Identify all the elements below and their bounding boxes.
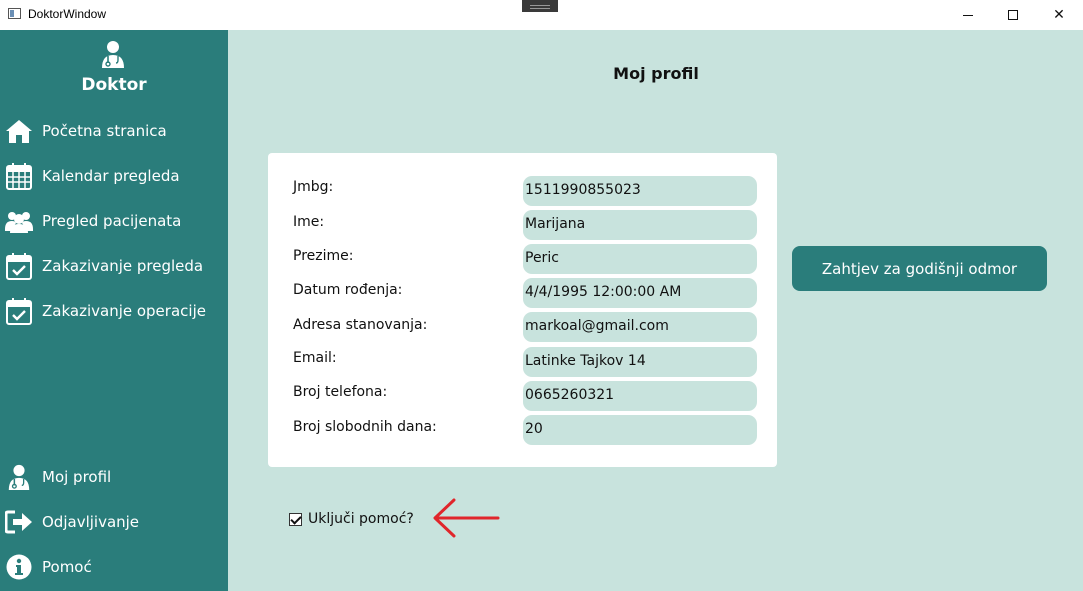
main-content: Moj profil Jmbg: 1511990855023 Ime: Mari… xyxy=(228,30,1083,591)
field-label-telefon: Broj telefona: xyxy=(293,384,388,400)
close-button[interactable]: ✕ xyxy=(1036,0,1082,30)
app-window-icon xyxy=(8,8,21,19)
field-label-slobodni-dani: Broj slobodnih dana: xyxy=(293,419,437,435)
vacation-request-button[interactable]: Zahtjev za godišnji odmor xyxy=(792,246,1047,291)
sidebar-item-label: Početna stranica xyxy=(42,122,167,140)
sidebar-item-home[interactable]: Početna stranica xyxy=(0,113,228,149)
minimize-icon xyxy=(963,14,973,16)
sidebar-item-label: Odjavljivanje xyxy=(42,513,140,531)
sidebar: Doktor Početna stranica Kalendar pregled… xyxy=(0,30,228,591)
close-icon: ✕ xyxy=(1053,7,1065,23)
field-label-datum-rodjenja: Datum rođenja: xyxy=(293,282,403,298)
sidebar-item-label: Pregled pacijenata xyxy=(42,212,182,230)
profile-card: Jmbg: 1511990855023 Ime: Marijana Prezim… xyxy=(268,153,777,467)
page-title: Moj profil xyxy=(613,64,699,83)
field-value-slobodni-dani[interactable]: 20 xyxy=(523,415,757,445)
window-title: DoktorWindow xyxy=(28,7,107,21)
sidebar-item-label: Moj profil xyxy=(42,468,112,486)
calendar-check-icon xyxy=(5,252,33,280)
sidebar-item-schedule-operation[interactable]: Zakazivanje operacije xyxy=(0,293,228,329)
title-bar: DoktorWindow ✕ xyxy=(0,0,1083,30)
help-toggle[interactable]: Uključi pomoć? xyxy=(289,509,414,529)
minimize-button[interactable] xyxy=(945,0,991,30)
field-label-adresa: Adresa stanovanja: xyxy=(293,317,428,333)
field-label-ime: Ime: xyxy=(293,214,325,230)
patients-icon xyxy=(5,207,33,235)
field-value-ime[interactable]: Marijana xyxy=(523,210,757,240)
sidebar-item-label: Kalendar pregleda xyxy=(42,167,180,185)
sidebar-item-label: Zakazivanje pregleda xyxy=(42,257,204,275)
sidebar-role-title: Doktor xyxy=(81,75,147,95)
drag-handle[interactable] xyxy=(522,0,558,12)
field-value-prezime[interactable]: Peric xyxy=(523,244,757,274)
sidebar-item-patients[interactable]: Pregled pacijenata xyxy=(0,203,228,239)
home-icon xyxy=(5,117,33,145)
maximize-button[interactable] xyxy=(990,0,1036,30)
field-value-adresa[interactable]: markoal@gmail.com xyxy=(523,312,757,342)
sign-out-icon xyxy=(5,508,33,536)
help-checkbox[interactable] xyxy=(289,512,302,526)
sidebar-item-help[interactable]: Pomoć xyxy=(0,549,228,585)
sidebar-item-schedule-exam[interactable]: Zakazivanje pregleda xyxy=(0,248,228,284)
info-icon xyxy=(5,553,33,581)
field-value-email[interactable]: Latinke Tajkov 14 xyxy=(523,347,757,377)
field-value-jmbg[interactable]: 1511990855023 xyxy=(523,176,757,206)
sidebar-item-logout[interactable]: Odjavljivanje xyxy=(0,504,228,540)
doctor-logo-icon xyxy=(102,41,124,68)
doctor-icon xyxy=(5,463,33,491)
field-value-telefon[interactable]: 0665260321 xyxy=(523,381,757,411)
field-value-datum-rodjenja[interactable]: 4/4/1995 12:00:00 AM xyxy=(523,278,757,308)
sidebar-item-label: Pomoć xyxy=(42,558,92,576)
help-checkbox-label: Uključi pomoć? xyxy=(308,511,414,527)
maximize-icon xyxy=(1008,10,1018,20)
calendar-icon xyxy=(5,162,33,190)
field-label-jmbg: Jmbg: xyxy=(293,179,334,195)
field-label-email: Email: xyxy=(293,350,337,366)
sidebar-item-label: Zakazivanje operacije xyxy=(42,302,206,320)
field-label-prezime: Prezime: xyxy=(293,248,354,264)
sidebar-item-my-profile[interactable]: Moj profil xyxy=(0,459,228,495)
sidebar-item-calendar[interactable]: Kalendar pregleda xyxy=(0,158,228,194)
red-arrow-annotation xyxy=(433,498,500,538)
calendar-check-icon xyxy=(5,297,33,325)
